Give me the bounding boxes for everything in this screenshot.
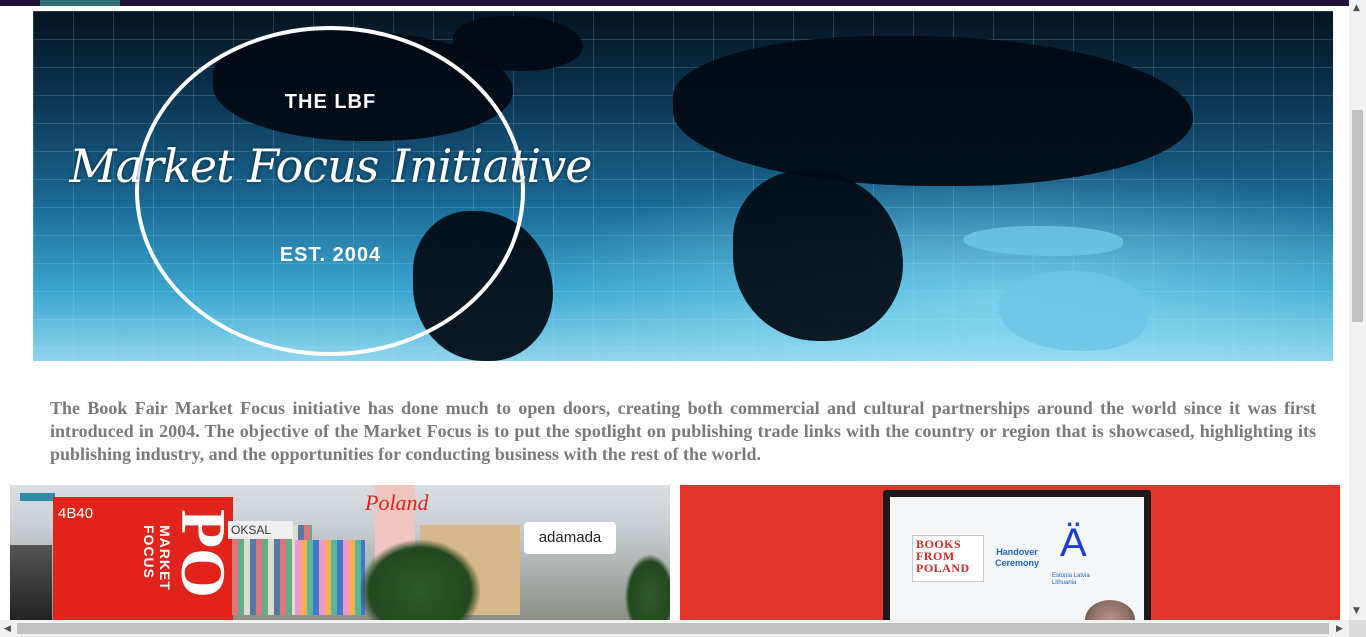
oksal-sign: OKSAL (228, 521, 293, 539)
scroll-left-arrow-icon[interactable]: ◀ (4, 624, 11, 634)
poland-sign: Poland (365, 490, 429, 515)
market-focus-banner: THE LBF Market Focus Initiative EST. 200… (33, 11, 1333, 361)
baltic-countries-text: Estonia Latvia Lithuania (1052, 573, 1090, 586)
scrollbar-corner (1349, 620, 1366, 637)
banner-glow (513, 161, 1333, 361)
logo-title-top: THE LBF (284, 91, 377, 113)
christmas-tree (360, 540, 480, 620)
top-bar (0, 0, 1349, 6)
intro-paragraph: The Book Fair Market Focus initiative ha… (50, 398, 1316, 464)
crowd (10, 545, 52, 620)
logo-title-main: Market Focus Initiative (69, 139, 593, 193)
photo-handover-ceremony: BOOKS FROM POLAND Handover Ceremony Ä Es… (680, 485, 1340, 620)
handover-ceremony-text: Handover Ceremony (994, 547, 1039, 568)
horizontal-scrollbar-thumb[interactable] (17, 623, 1329, 634)
books-from-poland-logo: BOOKS FROM POLAND (916, 537, 970, 575)
photo-poland-stand: MARKET FOCUS PO 4B40 OKSAL Poland adamad… (10, 485, 670, 620)
vertical-scrollbar-thumb[interactable] (1352, 110, 1363, 322)
stand-tag (20, 493, 55, 501)
scroll-down-arrow-icon[interactable]: ▼ (1353, 606, 1360, 616)
stand-number: 4B40 (58, 505, 94, 522)
scroll-up-arrow-icon[interactable]: ▲ (1353, 3, 1360, 13)
christmas-tree (625, 555, 670, 620)
adamada-sign: adamada (524, 522, 616, 554)
poland-big-letters: PO (168, 509, 239, 598)
bookshelf (295, 540, 365, 615)
scroll-right-arrow-icon[interactable]: ▶ (1336, 624, 1343, 634)
top-bar-accent (40, 0, 120, 6)
baltic-logo-letter: Ä (1060, 521, 1087, 565)
logo-title-bottom: EST. 2004 (279, 244, 382, 266)
